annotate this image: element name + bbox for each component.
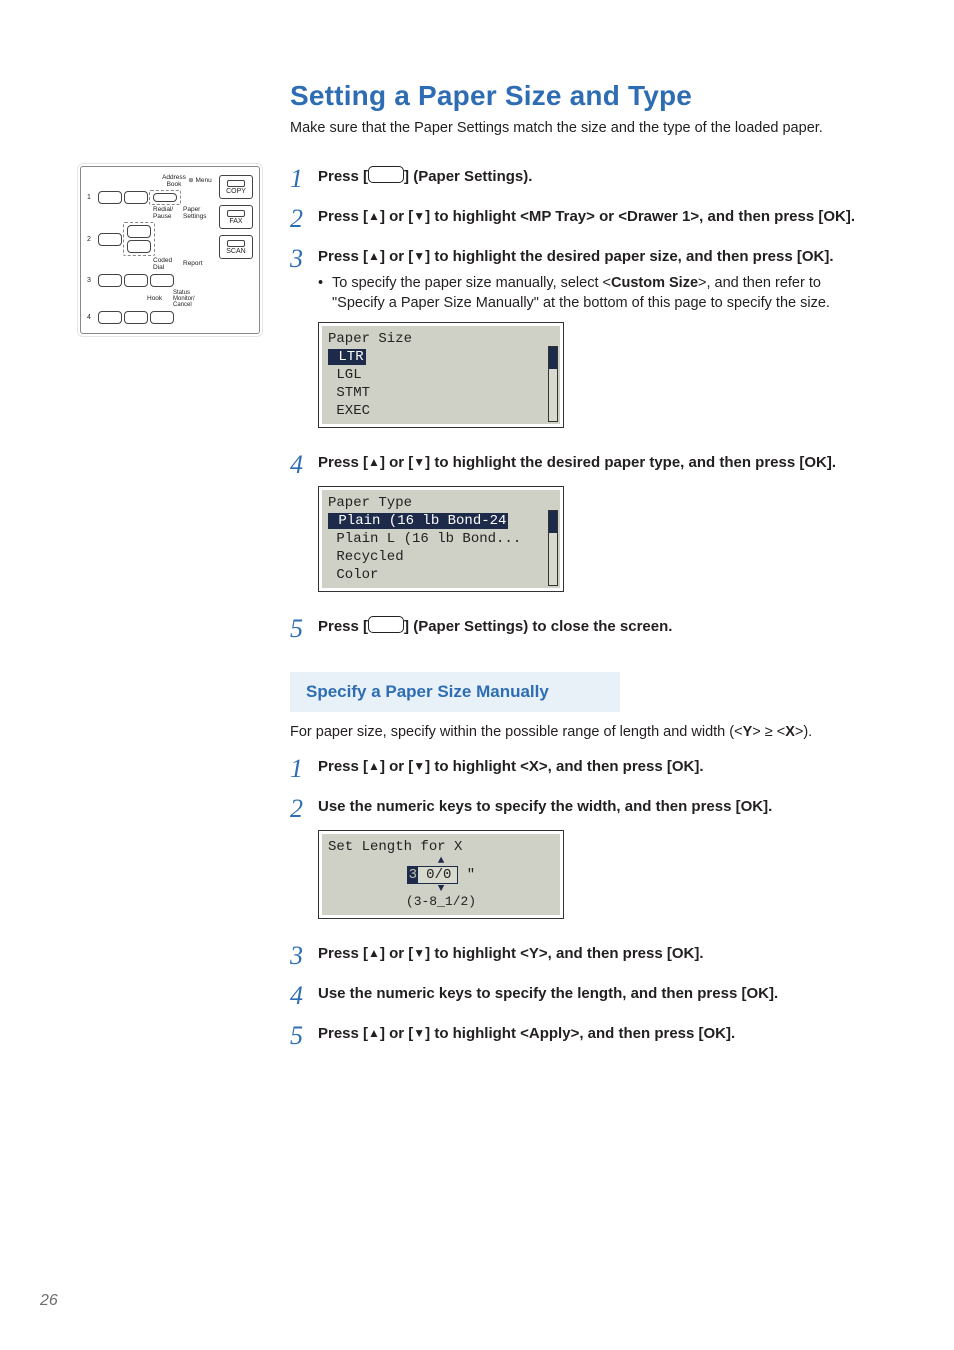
keypad-label: Paper Settings: [183, 207, 213, 220]
step-text: Use the numeric keys to specify the widt…: [318, 798, 772, 815]
step-number: 3: [290, 943, 318, 969]
keypad-label: Status Monitor/ Cancel: [173, 290, 213, 308]
step-text: Press [▲] or [▼] to highlight <MP Tray> …: [318, 208, 855, 225]
step-number: 2: [290, 206, 318, 232]
step-number: 2: [290, 796, 318, 822]
keypad-illustration: Address Book ⊛ Menu 1: [80, 166, 260, 334]
lcd-option: LGL: [328, 366, 554, 384]
keypad-side-scan: SCAN: [219, 235, 253, 259]
step-number: 5: [290, 1023, 318, 1049]
keypad-rownum: 2: [87, 236, 97, 243]
keypad-label: Coded Dial: [153, 258, 183, 271]
up-arrow-icon: ▲: [328, 856, 554, 866]
button-icon: [368, 616, 404, 633]
subsection-intro: For paper size, specify within the possi…: [290, 724, 874, 740]
down-arrow-icon: ▼: [328, 884, 554, 894]
lcd-option: Color: [328, 566, 554, 584]
keypad-button: [124, 311, 148, 324]
substep-1: 1 Press [▲] or [▼] to highlight <X>, and…: [290, 756, 874, 782]
keypad-button: [150, 274, 174, 287]
keypad-rownum: 3: [87, 277, 97, 284]
keypad-label: Report: [183, 261, 213, 268]
keypad-rownum: 1: [87, 194, 97, 201]
keypad-button: [124, 191, 148, 204]
lcd-scrollbar: [548, 346, 558, 422]
step-4: 4 Press [▲] or [▼] to highlight the desi…: [290, 452, 874, 478]
substep-4: 4 Use the numeric keys to specify the le…: [290, 983, 874, 1009]
lcd-title: Paper Size: [328, 330, 554, 348]
step-text: Press [▲] or [▼] to highlight <Apply>, a…: [318, 1025, 735, 1042]
body: Address Book ⊛ Menu 1: [80, 166, 874, 1063]
step-2: 2 Press [▲] or [▼] to highlight <MP Tray…: [290, 206, 874, 232]
keypad-button: [127, 240, 151, 253]
step-text: Press [▲] or [▼] to highlight <Y>, and t…: [318, 945, 704, 962]
step-number: 4: [290, 983, 318, 1009]
step-number: 5: [290, 616, 318, 642]
lcd-set-length: Set Length for X ▲ 3 0/0 " ▼ (3-8_1/2): [318, 830, 564, 919]
lcd-range: (3-8_1/2): [328, 894, 554, 909]
step-1: 1 Press [] (Paper Settings).: [290, 166, 874, 192]
keypad-dashed-group: [149, 190, 181, 205]
subsection-heading-box: Specify a Paper Size Manually: [290, 672, 620, 712]
step-3: 3 Press [▲] or [▼] to highlight the desi…: [290, 246, 874, 314]
lcd-value: 3 0/0 ": [328, 866, 554, 884]
substep-3: 3 Press [▲] or [▼] to highlight <Y>, and…: [290, 943, 874, 969]
keypad-button: [150, 311, 174, 324]
lcd-paper-type: Paper Type Plain (16 lb Bond-24 Plain L …: [318, 486, 564, 592]
step-number: 4: [290, 452, 318, 478]
keypad-button: [98, 191, 122, 204]
lcd-title: Set Length for X: [328, 838, 554, 856]
keypad-label: Menu: [196, 177, 212, 184]
lcd-option: STMT: [328, 384, 554, 402]
lcd-selected: Plain (16 lb Bond-24: [328, 513, 508, 529]
keypad-sidebuttons: COPY FAX SCAN: [219, 175, 253, 327]
lcd-scrollbar: [548, 510, 558, 586]
subsection-manual-size: Specify a Paper Size Manually For paper …: [290, 672, 874, 1049]
page: Setting a Paper Size and Type Make sure …: [0, 0, 954, 1350]
lcd-paper-size: Paper Size LTR LGL STMT EXEC: [318, 322, 564, 428]
step-bullet: To specify the paper size manually, sele…: [318, 273, 874, 314]
lcd-option: EXEC: [328, 402, 554, 420]
step-number: 3: [290, 246, 318, 272]
step-number: 1: [290, 756, 318, 782]
page-title: Setting a Paper Size and Type: [290, 80, 874, 112]
keypad-side-copy: COPY: [219, 175, 253, 199]
lcd-option: Recycled: [328, 548, 554, 566]
step-text: Use the numeric keys to specify the leng…: [318, 985, 778, 1002]
keypad-rownum: 4: [87, 314, 97, 321]
keypad-button: [127, 225, 151, 238]
keypad-column: Address Book ⊛ Menu 1: [80, 166, 260, 1063]
keypad-button: [98, 311, 122, 324]
keypad-side-fax: FAX: [219, 205, 253, 229]
keypad-button: [98, 233, 122, 246]
step-text: Press [▲] or [▼] to highlight <X>, and t…: [318, 758, 704, 775]
step-text: Press [▲] or [▼] to highlight the desire…: [318, 454, 836, 471]
keypad-dashed-group: [123, 222, 155, 256]
button-icon: [368, 166, 404, 183]
keypad-label: Redial/ Pause: [153, 207, 183, 220]
steps-column: 1 Press [] (Paper Settings). 2 Press [▲]…: [290, 166, 874, 1063]
keypad-button: [153, 193, 177, 202]
step-5: 5 Press [] (Paper Settings) to close the…: [290, 616, 874, 642]
lcd-selected: LTR: [328, 349, 366, 365]
keypad-button: [124, 274, 148, 287]
subsection-heading: Specify a Paper Size Manually: [306, 682, 549, 701]
step-text: Press [] (Paper Settings) to close the s…: [318, 618, 672, 635]
lcd-title: Paper Type: [328, 494, 554, 512]
substep-5: 5 Press [▲] or [▼] to highlight <Apply>,…: [290, 1023, 874, 1049]
lcd-option: Plain L (16 lb Bond...: [328, 530, 554, 548]
keypad-button: [98, 274, 122, 287]
substep-2: 2 Use the numeric keys to specify the wi…: [290, 796, 874, 822]
intro-text: Make sure that the Paper Settings match …: [290, 120, 874, 136]
keypad-label: Address Book: [161, 175, 187, 188]
step-text: Press [] (Paper Settings).: [318, 168, 532, 185]
page-number: 26: [40, 1292, 58, 1310]
keypad-label: Hook: [147, 296, 173, 303]
step-text: Press [▲] or [▼] to highlight the desire…: [318, 248, 834, 265]
step-number: 1: [290, 166, 318, 192]
